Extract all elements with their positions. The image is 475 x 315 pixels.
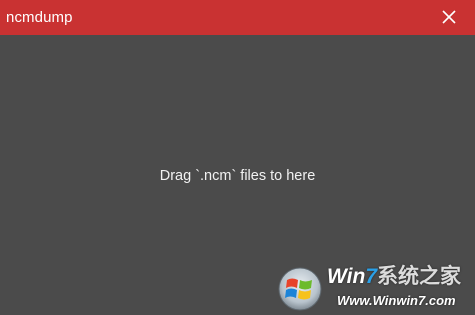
close-icon [442,10,456,24]
drop-instruction-text: Drag `.ncm` files to here [159,168,316,184]
watermark-brand: Win7系统之家 [327,265,461,288]
windows-logo-icon [278,267,322,311]
window-title: ncmdump [6,9,73,26]
watermark-url: Www.Winwin7.com [337,293,456,308]
app-window: ncmdump Drag `.ncm` files to here Win7系统… [0,0,475,315]
close-button[interactable] [431,0,475,35]
watermark: Win7系统之家 Www.Winwin7.com [271,262,475,315]
title-bar[interactable]: ncmdump [0,0,475,35]
